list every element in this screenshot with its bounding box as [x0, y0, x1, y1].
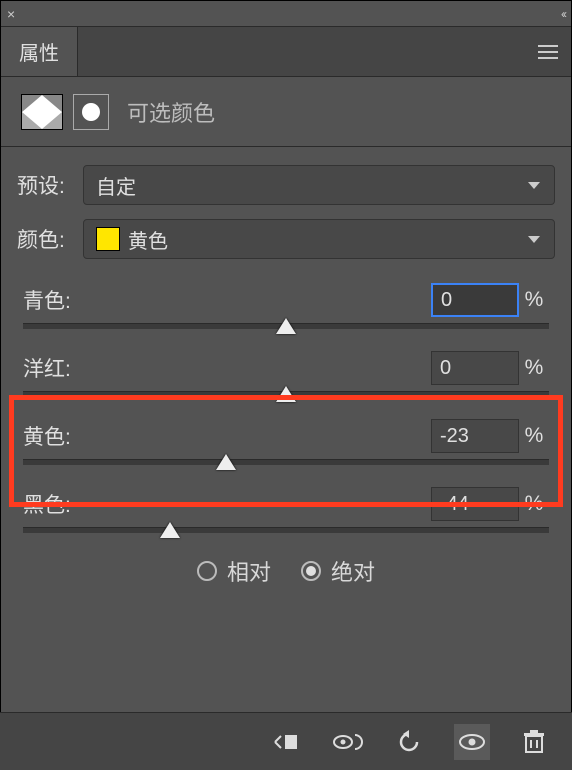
- selective-color-icon: [21, 94, 63, 130]
- color-value: 黄色: [128, 225, 168, 254]
- method-relative[interactable]: 相对: [197, 555, 271, 587]
- panel-titlebar: × ‹‹: [1, 1, 571, 27]
- color-dropdown[interactable]: 黄色: [83, 219, 555, 259]
- method-absolute[interactable]: 绝对: [301, 555, 375, 587]
- clip-to-layer-icon[interactable]: [268, 724, 304, 760]
- percent-symbol: %: [519, 288, 549, 312]
- radio-icon: [197, 561, 217, 581]
- cyan-slider-track[interactable]: [23, 323, 549, 329]
- preset-label: 预设:: [17, 170, 73, 200]
- absolute-label: 绝对: [331, 555, 375, 587]
- tab-bar: 属性: [1, 27, 571, 77]
- menu-icon: [538, 45, 558, 59]
- color-swatch: [96, 227, 120, 251]
- delete-icon[interactable]: [516, 724, 552, 760]
- tab-properties[interactable]: 属性: [1, 27, 78, 76]
- adjustment-header: 可选颜色: [1, 77, 571, 147]
- cyan-input[interactable]: [431, 283, 519, 317]
- preset-value: 自定: [96, 171, 136, 200]
- sliders-area: 青色: % 洋红: % 黄色: %: [17, 273, 555, 533]
- percent-symbol: %: [519, 492, 549, 516]
- black-label: 黑色:: [23, 489, 431, 519]
- yellow-slider-track[interactable]: [23, 459, 549, 465]
- magenta-input[interactable]: [431, 351, 519, 385]
- color-label: 颜色:: [17, 224, 73, 254]
- percent-symbol: %: [519, 356, 549, 380]
- visibility-icon[interactable]: [454, 724, 490, 760]
- adjustment-title: 可选颜色: [127, 96, 215, 128]
- percent-symbol: %: [519, 424, 549, 448]
- black-input[interactable]: [431, 487, 519, 521]
- yellow-input[interactable]: [431, 419, 519, 453]
- reset-icon[interactable]: [392, 724, 428, 760]
- view-previous-icon[interactable]: [330, 724, 366, 760]
- panel-footer: [0, 712, 572, 770]
- radio-icon: [301, 561, 321, 581]
- black-slider-thumb[interactable]: [160, 522, 180, 538]
- yellow-label: 黄色:: [23, 421, 431, 451]
- preset-dropdown[interactable]: 自定: [83, 165, 555, 205]
- method-radio-group: 相对 绝对: [17, 555, 555, 587]
- black-slider-track[interactable]: [23, 527, 549, 533]
- chevron-down-icon: [528, 182, 540, 189]
- yellow-slider-thumb[interactable]: [216, 454, 236, 470]
- magenta-slider-track[interactable]: [23, 391, 549, 397]
- close-icon[interactable]: ×: [7, 6, 15, 22]
- relative-label: 相对: [227, 555, 271, 587]
- mask-icon[interactable]: [73, 94, 109, 130]
- chevron-down-icon: [528, 236, 540, 243]
- collapse-icon[interactable]: ‹‹: [561, 7, 565, 21]
- magenta-slider-thumb[interactable]: [276, 386, 296, 402]
- cyan-slider-thumb[interactable]: [276, 318, 296, 334]
- cyan-label: 青色:: [23, 285, 431, 315]
- panel-menu-button[interactable]: [525, 27, 571, 76]
- magenta-label: 洋红:: [23, 353, 431, 383]
